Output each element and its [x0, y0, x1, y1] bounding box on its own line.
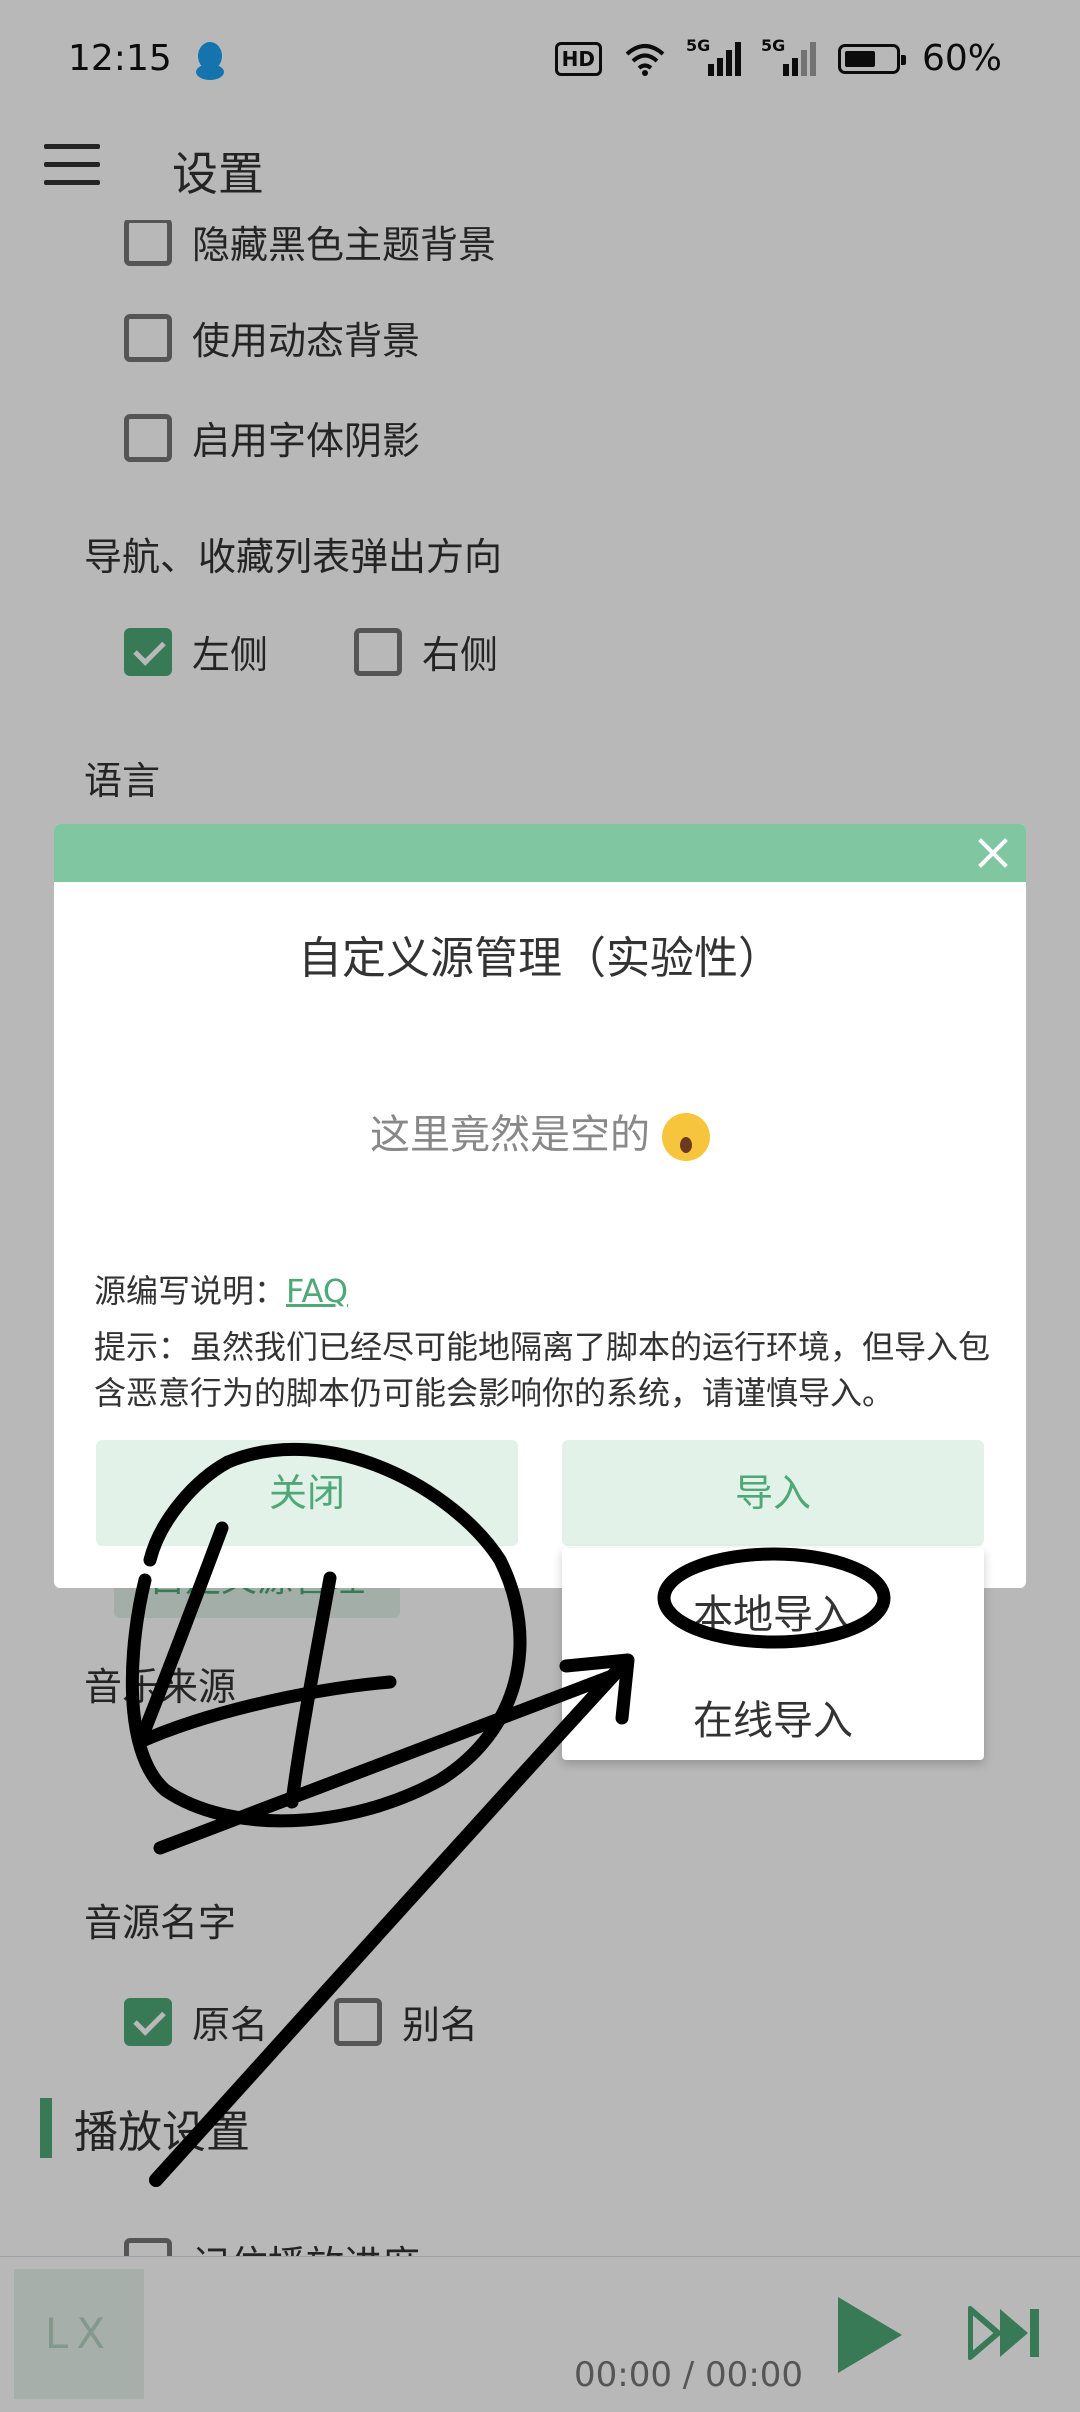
source-doc-line: 源编写说明：FAQ	[94, 1272, 348, 1310]
import-dropdown-menu: 本地导入 在线导入	[562, 1548, 984, 1760]
online-import-option[interactable]: 在线导入	[562, 1688, 984, 1746]
surprised-face-icon	[662, 1113, 710, 1161]
security-tip: 提示：虽然我们已经尽可能地隔离了脚本的运行环境，但导入包含恶意行为的脚本仍可能会…	[94, 1328, 991, 1412]
local-import-option[interactable]: 本地导入	[562, 1582, 984, 1640]
dialog-header-bar	[54, 824, 1026, 882]
custom-source-dialog: 自定义源管理（实验性） 这里竟然是空的 源编写说明：FAQ 提示：虽然我们已经尽…	[54, 824, 1026, 1588]
close-button[interactable]: 关闭	[96, 1440, 518, 1546]
empty-message: 这里竟然是空的	[54, 1102, 1026, 1161]
import-button[interactable]: 导入	[562, 1440, 984, 1546]
dialog-title: 自定义源管理（实验性）	[298, 933, 782, 984]
faq-link[interactable]: FAQ	[286, 1272, 348, 1310]
close-icon[interactable]	[974, 834, 1012, 872]
